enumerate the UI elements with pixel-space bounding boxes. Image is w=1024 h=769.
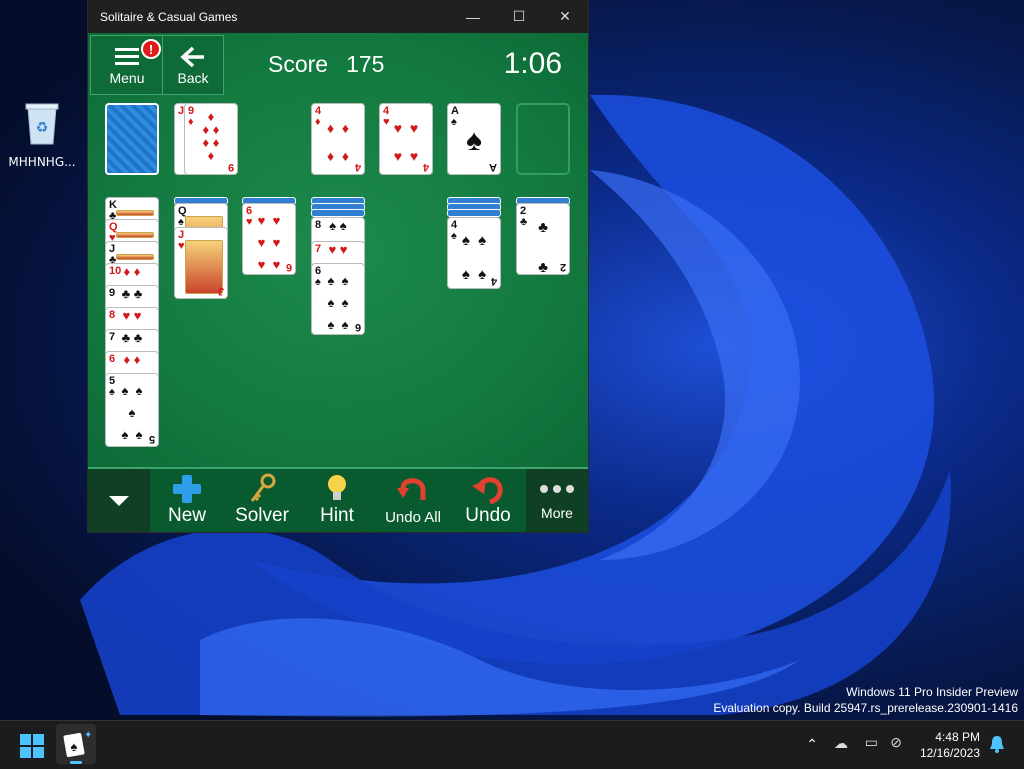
undo-all-button[interactable]: Undo All bbox=[378, 469, 448, 532]
windows-logo-icon bbox=[20, 734, 44, 758]
maximize-icon: ☐ bbox=[512, 8, 526, 24]
collapse-toolbar-button[interactable] bbox=[88, 469, 150, 532]
tableau-card[interactable]: 6 ♥ ♥ ♥ ♥ ♥ ♥ ♥ 6 bbox=[242, 203, 296, 275]
chevron-up-icon[interactable]: ⌃ bbox=[806, 736, 818, 753]
recycle-bin-label: MHHNHG... bbox=[8, 155, 76, 169]
solver-button[interactable]: Solver bbox=[230, 469, 294, 532]
new-label: New bbox=[167, 505, 206, 526]
recycle-bin[interactable]: ♻ MHHNHG... bbox=[4, 100, 80, 169]
undo-icon bbox=[458, 473, 518, 505]
recycle-bin-icon: ♻ bbox=[25, 103, 59, 145]
menu-button[interactable]: Menu ! bbox=[90, 35, 164, 95]
more-dots-icon bbox=[526, 479, 588, 499]
close-icon: ✕ bbox=[559, 8, 571, 24]
minimize-button[interactable]: — bbox=[450, 0, 496, 33]
undo-all-label: Undo All bbox=[385, 509, 441, 526]
solitaire-app-icon: ♠ ✦ bbox=[63, 730, 92, 764]
foundation-empty-slot[interactable] bbox=[516, 103, 570, 175]
notification-bell-icon[interactable] bbox=[988, 734, 1006, 759]
undo-label: Undo bbox=[465, 505, 511, 526]
clock-date: 12/16/2023 bbox=[919, 746, 980, 760]
svg-text:♠: ♠ bbox=[71, 739, 78, 754]
game-board: Menu ! Back Score 175 1:06 J 9 ♦ ♦ ♦ ♦ ♦ ♦ ♦ … bbox=[88, 33, 588, 467]
tableau-card[interactable]: J ♥ J bbox=[174, 227, 228, 299]
solver-label: Solver bbox=[235, 505, 289, 526]
maximize-button[interactable]: ☐ bbox=[496, 0, 542, 33]
new-game-button[interactable]: New bbox=[160, 469, 214, 532]
more-button[interactable]: More bbox=[526, 469, 588, 532]
minimize-icon: — bbox=[466, 8, 480, 25]
start-button[interactable] bbox=[20, 734, 44, 763]
windows-watermark: Windows 11 Pro Insider Preview Evaluatio… bbox=[713, 684, 1018, 716]
svg-text:♻: ♻ bbox=[36, 120, 49, 136]
bottom-toolbar: New Solver Hint Undo All Undo More bbox=[88, 467, 588, 532]
taskbar: ♠ ✦ ⌃ ☁ ▭ ⊘ 4:48 PM 12/16/2023 bbox=[0, 720, 1024, 769]
alert-badge: ! bbox=[141, 39, 161, 59]
watermark-line1: Windows 11 Pro Insider Preview bbox=[846, 685, 1018, 699]
back-arrow-icon bbox=[163, 46, 223, 70]
title-bar[interactable]: Solitaire & Casual Games — ☐ ✕ bbox=[88, 0, 588, 33]
score-display: Score 175 bbox=[268, 51, 384, 78]
stock-pile[interactable] bbox=[105, 103, 159, 175]
menu-label: Menu bbox=[109, 70, 145, 86]
svg-text:✦: ✦ bbox=[84, 730, 92, 741]
game-timer: 1:06 bbox=[503, 47, 562, 80]
foundation-spades[interactable]: A ♠ ♠ A bbox=[447, 103, 501, 175]
watermark-line2: Evaluation copy. Build 25947.rs_prerelea… bbox=[713, 701, 1018, 715]
facedown-card bbox=[447, 209, 501, 217]
solitaire-window: Solitaire & Casual Games — ☐ ✕ Menu ! Ba… bbox=[88, 0, 588, 532]
back-label: Back bbox=[177, 70, 209, 86]
tableau-card[interactable]: 6 ♠ ♠ ♠ ♠ ♠ ♠ ♠ 6 bbox=[311, 263, 365, 335]
plus-icon bbox=[160, 473, 214, 505]
clock-time: 4:48 PM bbox=[935, 730, 980, 744]
facedown-card bbox=[311, 209, 365, 217]
chevron-down-icon bbox=[88, 485, 150, 517]
foundation-diamonds[interactable]: 4 ♦ ♦ ♦ ♦ ♦ 4 bbox=[311, 103, 365, 175]
clock[interactable]: 4:48 PM 12/16/2023 bbox=[920, 729, 980, 761]
tableau-card[interactable]: 5 ♠ ♠ ♠ ♠ ♠ ♠ 5 bbox=[105, 373, 159, 447]
undo-button[interactable]: Undo bbox=[458, 469, 518, 532]
network-icon[interactable]: ▭ bbox=[865, 734, 878, 751]
close-button[interactable]: ✕ bbox=[542, 0, 588, 33]
speaker-muted-icon[interactable]: ⊘ bbox=[890, 734, 902, 751]
more-label: More bbox=[541, 505, 573, 521]
taskbar-solitaire-app[interactable]: ♠ ✦ bbox=[56, 724, 96, 764]
window-title: Solitaire & Casual Games bbox=[100, 9, 238, 24]
undo-all-icon bbox=[378, 473, 448, 505]
tableau-card[interactable]: 2 ♣ ♣ ♣ 2 bbox=[516, 203, 570, 275]
lightbulb-icon bbox=[308, 473, 366, 505]
cloud-offline-icon[interactable]: ☁ bbox=[834, 735, 848, 752]
foundation-hearts[interactable]: 4 ♥ ♥ ♥ ♥ ♥ 4 bbox=[379, 103, 433, 175]
key-icon bbox=[230, 473, 294, 505]
hint-label: Hint bbox=[320, 505, 354, 526]
back-button[interactable]: Back bbox=[162, 35, 224, 95]
waste-top-card[interactable]: 9 ♦ ♦ ♦ ♦ ♦ ♦ ♦ 9 bbox=[184, 103, 238, 175]
hint-button[interactable]: Hint bbox=[308, 469, 366, 532]
tableau-card[interactable]: 4 ♠ ♠ ♠ ♠ ♠ 4 bbox=[447, 217, 501, 289]
score-label: Score bbox=[268, 51, 329, 77]
score-value: 175 bbox=[346, 51, 385, 77]
